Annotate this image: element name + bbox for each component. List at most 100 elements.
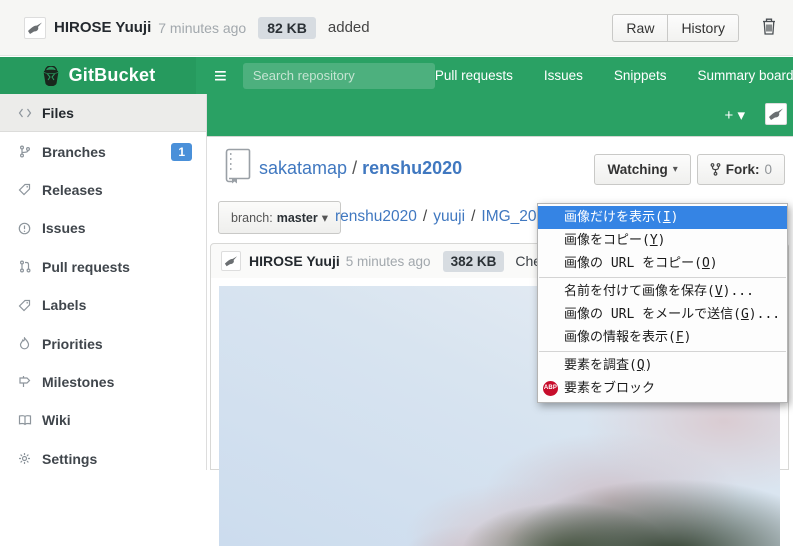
bird-avatar-icon xyxy=(27,20,43,36)
gear-icon xyxy=(16,452,33,465)
nav-issues[interactable]: Issues xyxy=(544,68,583,83)
nav-pull-requests[interactable]: Pull requests xyxy=(435,68,513,83)
gitbucket-brand[interactable]: GitBucket xyxy=(0,57,196,94)
sidebar-item-label: Priorities xyxy=(42,336,103,352)
user-avatar[interactable] xyxy=(765,103,787,125)
sidebar-item-pull-requests[interactable]: Pull requests xyxy=(0,248,206,286)
repo-icon xyxy=(223,148,251,189)
create-new-dropdown[interactable]: + ▾ xyxy=(725,106,745,124)
breadcrumb-repo[interactable]: renshu2020 xyxy=(335,208,417,225)
menu-item-email-image-url[interactable]: 画像の URL をメールで送信(G)... xyxy=(538,303,787,326)
raw-history-button-group: Raw History xyxy=(612,14,739,42)
issue-icon xyxy=(16,222,33,235)
search-input[interactable] xyxy=(243,63,435,89)
repo-owner-link[interactable]: sakatamap xyxy=(259,158,347,178)
fork-icon xyxy=(710,163,721,176)
delete-file-button[interactable] xyxy=(759,15,779,41)
pull-request-icon xyxy=(16,260,33,273)
sidebar-item-label: Releases xyxy=(42,182,103,198)
bird-avatar-icon xyxy=(768,106,784,122)
commit-time: 7 minutes ago xyxy=(158,20,246,36)
file-size-badge: 82 KB xyxy=(258,17,316,39)
sidebar-item-releases[interactable]: Releases xyxy=(0,171,206,209)
branches-count-badge: 1 xyxy=(171,143,192,161)
watching-dropdown-button[interactable]: Watching ▾ xyxy=(594,154,690,185)
commit-author: HIROSE Yuuji xyxy=(54,19,151,36)
hamburger-menu-icon[interactable]: ≡ xyxy=(214,65,227,87)
repo-actions: Watching ▾ Fork: 0 xyxy=(594,154,785,185)
fork-label: Fork: xyxy=(726,162,760,177)
sidebar-item-labels[interactable]: Labels xyxy=(0,286,206,324)
branch-name: master xyxy=(277,211,318,225)
breadcrumb-separator: / xyxy=(471,208,475,225)
sidebar-item-label: Wiki xyxy=(42,412,71,428)
main-navbar: GitBucket ≡ Pull requests Issues Snippet… xyxy=(0,57,793,94)
history-button[interactable]: History xyxy=(668,14,739,42)
git-branch-icon xyxy=(16,145,33,158)
code-icon xyxy=(16,107,33,119)
sidebar-item-wiki[interactable]: Wiki xyxy=(0,401,206,439)
brand-name: GitBucket xyxy=(69,65,156,86)
bird-avatar-icon xyxy=(224,254,238,268)
avatar xyxy=(221,251,241,271)
book-icon xyxy=(16,414,33,426)
menu-item-view-image-info[interactable]: 画像の情報を表示(F) xyxy=(538,326,787,349)
menu-item-save-image-as[interactable]: 名前を付けて画像を保存(V)... xyxy=(538,280,787,303)
nav-summary-board[interactable]: Summary board xyxy=(697,68,793,83)
milestone-icon xyxy=(16,375,33,388)
repo-title: sakatamap/renshu2020 xyxy=(259,158,462,179)
sidebar-item-label: Milestones xyxy=(42,374,114,390)
trash-icon xyxy=(761,17,777,36)
raw-button[interactable]: Raw xyxy=(612,14,668,42)
sidebar-item-files[interactable]: Files xyxy=(0,94,206,132)
nav-snippets[interactable]: Snippets xyxy=(614,68,667,83)
menu-item-copy-image[interactable]: 画像をコピー(Y) xyxy=(538,229,787,252)
navbar-links: Pull requests Issues Snippets Summary bo… xyxy=(435,68,793,83)
caret-down-icon: ▾ xyxy=(673,164,678,175)
tag-icon xyxy=(16,299,33,312)
repo-sidebar: Files Branches 1 Releases Issues Pull re… xyxy=(0,94,207,470)
commit-message: added xyxy=(328,19,370,36)
fork-button[interactable]: Fork: 0 xyxy=(697,154,785,185)
sidebar-item-label: Files xyxy=(42,105,74,121)
sidebar-item-label: Settings xyxy=(42,451,97,467)
branch-label: branch: xyxy=(231,211,273,225)
sidebar-item-label: Issues xyxy=(42,220,86,236)
repo-header-band: + ▾ xyxy=(207,94,793,137)
menu-separator xyxy=(539,351,786,352)
adblock-plus-icon: ABP xyxy=(543,381,558,396)
sidebar-item-label: Pull requests xyxy=(42,259,130,275)
watching-label: Watching xyxy=(607,162,667,177)
tag-icon xyxy=(16,183,33,196)
flame-icon xyxy=(16,337,33,350)
caret-down-icon: ▾ xyxy=(322,210,328,225)
sidebar-item-priorities[interactable]: Priorities xyxy=(0,324,206,362)
breadcrumb-folder[interactable]: yuuji xyxy=(433,208,465,225)
sidebar-item-issues[interactable]: Issues xyxy=(0,209,206,247)
plus-icon: + xyxy=(725,107,734,124)
commit-bar-actions: Raw History xyxy=(612,14,779,42)
menu-item-inspect-element[interactable]: 要素を調査(Q) xyxy=(538,354,787,377)
fork-count: 0 xyxy=(764,162,772,177)
menu-item-view-image[interactable]: 画像だけを表示(I) xyxy=(538,206,787,229)
breadcrumb-separator: / xyxy=(423,208,427,225)
caret-down-icon: ▾ xyxy=(737,107,745,124)
menu-item-copy-image-url[interactable]: 画像の URL をコピー(O) xyxy=(538,252,787,275)
repo-name-link[interactable]: renshu2020 xyxy=(362,158,462,178)
sidebar-item-label: Branches xyxy=(42,144,106,160)
branch-selector-button[interactable]: branch: master ▾ xyxy=(218,201,341,234)
file-commit-time: 5 minutes ago xyxy=(346,254,431,269)
file-commit-author: HIROSE Yuuji xyxy=(249,253,340,269)
sidebar-item-settings[interactable]: Settings xyxy=(0,440,206,478)
sidebar-item-label: Labels xyxy=(42,297,86,313)
file-size-badge: 382 KB xyxy=(443,251,505,272)
breadcrumb: renshu2020/yuuji/IMG_20200 xyxy=(335,208,562,226)
menu-item-block-element[interactable]: ABP要素をブロック xyxy=(538,377,787,400)
sidebar-item-branches[interactable]: Branches 1 xyxy=(0,132,206,170)
gitbucket-logo-icon xyxy=(41,66,61,86)
repo-title-separator: / xyxy=(352,158,357,178)
commit-bar: HIROSE Yuuji 7 minutes ago 82 KB added R… xyxy=(0,0,793,56)
menu-separator xyxy=(539,277,786,278)
avatar xyxy=(24,17,46,39)
sidebar-item-milestones[interactable]: Milestones xyxy=(0,363,206,401)
